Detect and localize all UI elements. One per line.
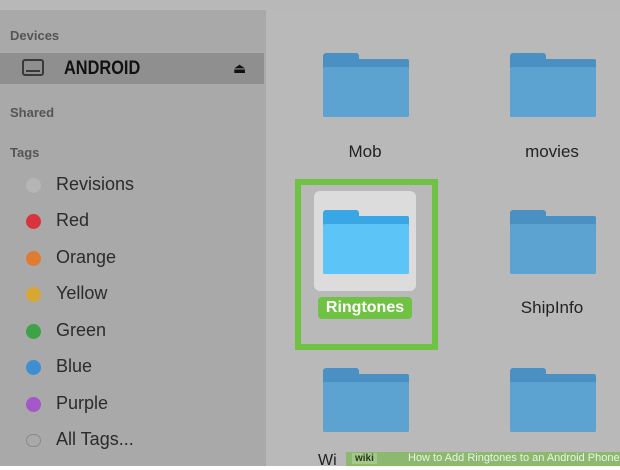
folder-label-shipinfo[interactable]: ShipInfo bbox=[492, 298, 612, 318]
device-label: ANDROID bbox=[64, 58, 141, 79]
tag-label: Purple bbox=[56, 393, 109, 413]
sidebar-tag-purple[interactable]: Purple bbox=[0, 389, 266, 419]
drive-icon bbox=[22, 59, 44, 76]
tag-dot-icon bbox=[26, 251, 41, 266]
folder-icon[interactable] bbox=[323, 53, 409, 117]
wikihow-logo: wiki bbox=[352, 453, 377, 464]
sidebar-tag-orange[interactable]: Orange bbox=[0, 243, 266, 273]
sidebar-tag-all-tags[interactable]: All Tags... bbox=[0, 425, 266, 455]
tag-dot-icon bbox=[26, 324, 41, 339]
shared-heading: Shared bbox=[10, 105, 55, 120]
tag-dot-icon bbox=[26, 287, 41, 302]
tag-dot-icon bbox=[26, 214, 41, 229]
sidebar-tag-red[interactable]: Red bbox=[0, 206, 266, 236]
tag-label: All Tags... bbox=[56, 429, 134, 449]
tags-heading: Tags bbox=[10, 145, 40, 160]
sidebar-tag-blue[interactable]: Blue bbox=[0, 352, 266, 382]
sidebar-item-android[interactable]: ANDROID ⏏ bbox=[0, 53, 264, 84]
tag-label: Yellow bbox=[56, 283, 108, 303]
tag-label: Red bbox=[56, 210, 90, 230]
folder-label-ringtones[interactable]: Ringtones bbox=[318, 297, 412, 319]
tag-dot-icon bbox=[26, 360, 41, 375]
folder-label-mob[interactable]: Mob bbox=[305, 142, 425, 162]
tag-label: Blue bbox=[56, 356, 93, 376]
folder-label-partial[interactable]: Wi bbox=[318, 452, 337, 470]
sidebar-tag-yellow[interactable]: Yellow bbox=[0, 279, 266, 309]
watermark-caption: How to Add Ringtones to an Android Phone bbox=[408, 452, 620, 464]
finder-window: Devices ANDROID ⏏ Shared Tags Revisions … bbox=[0, 0, 620, 469]
tag-dot-icon bbox=[26, 178, 41, 193]
folder-icon[interactable] bbox=[510, 368, 596, 432]
tag-label: Revisions bbox=[56, 174, 135, 194]
eject-icon[interactable]: ⏏ bbox=[233, 60, 246, 77]
folder-icon[interactable] bbox=[510, 210, 596, 274]
tag-dot-icon bbox=[26, 434, 41, 447]
tag-dot-icon bbox=[26, 397, 41, 412]
sidebar-tag-green[interactable]: Green bbox=[0, 316, 266, 346]
tag-label: Orange bbox=[56, 247, 117, 267]
tag-label: Green bbox=[56, 320, 107, 340]
sidebar-tag-revisions[interactable]: Revisions bbox=[0, 170, 266, 200]
folder-label-movies[interactable]: movies bbox=[492, 142, 612, 162]
folder-icon[interactable] bbox=[323, 210, 409, 274]
folder-icon[interactable] bbox=[323, 368, 409, 432]
devices-heading: Devices bbox=[10, 28, 60, 43]
folder-icon[interactable] bbox=[510, 53, 596, 117]
